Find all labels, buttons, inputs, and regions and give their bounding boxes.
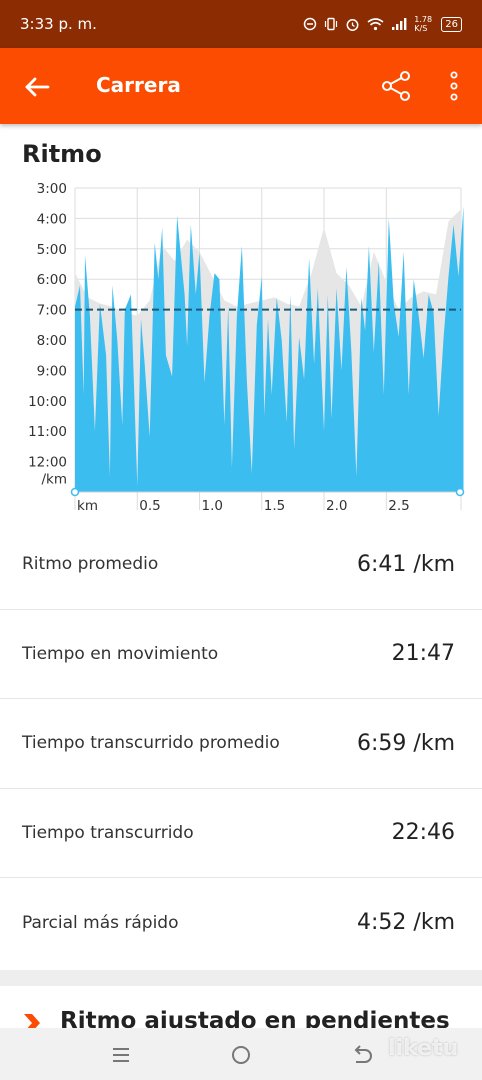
status-time: 3:33 p. m. — [20, 15, 97, 33]
stat-label: Tiempo transcurrido promedio — [22, 733, 280, 754]
signal-icon — [392, 18, 407, 30]
more-vert-icon[interactable] — [440, 68, 468, 104]
x-tick-label: 0.5 — [139, 498, 160, 514]
stat-label: Tiempo transcurrido — [22, 822, 194, 843]
x-axis-labels: km 0.5 1.0 1.5 2.0 2.5 — [77, 498, 410, 514]
y-tick-label: 7:00 — [37, 303, 67, 319]
network-speed: 1.78 K/S — [414, 15, 433, 33]
stat-label: Ritmo promedio — [22, 554, 159, 575]
stat-row-elapsed-time: Tiempo transcurrido 22:46 — [0, 789, 482, 878]
stat-row-average-pace: Ritmo promedio 6:41 /km — [0, 520, 482, 610]
x-tick-label: 2.5 — [388, 498, 409, 514]
menu-icon[interactable] — [108, 1042, 134, 1068]
alarm-icon — [346, 18, 359, 31]
watermark-logo: liketu — [388, 1036, 459, 1061]
home-icon[interactable] — [228, 1042, 254, 1068]
app-bar: Carrera — [0, 48, 482, 124]
battery-indicator: 26 — [441, 16, 462, 32]
x-tick-label: km — [77, 498, 98, 514]
pace-chart: 3:00 4:00 5:00 6:00 7:00 8:00 9:00 10:00 11:00 12… — [28, 181, 465, 514]
section-divider — [0, 970, 482, 986]
do-not-disturb-icon — [304, 17, 317, 31]
y-tick-label: 10:00 — [28, 394, 67, 410]
stat-value: 22:46 — [391, 820, 455, 846]
stats-list: Ritmo promedio 6:41 /km Tiempo en movimi… — [0, 520, 482, 968]
y-tick-label: 6:00 — [37, 272, 67, 288]
y-tick-label: 11:00 — [28, 424, 67, 440]
wifi-icon — [367, 18, 384, 31]
chart-start-handle[interactable] — [70, 487, 80, 497]
section-title: Ritmo — [22, 140, 102, 168]
status-bar: 3:33 p. m. 1.78 K/S 26 — [0, 0, 482, 48]
y-tick-label: 5:00 — [37, 242, 67, 258]
y-tick-label: 3:00 — [37, 181, 67, 197]
stat-value: 6:41 /km — [357, 551, 455, 577]
y-tick-label: 9:00 — [37, 363, 67, 379]
x-tick-label: 2.0 — [326, 498, 347, 514]
back-icon[interactable] — [348, 1042, 374, 1068]
x-tick-label: 1.0 — [202, 498, 223, 514]
chart-end-handle[interactable] — [455, 487, 465, 497]
app-title: Carrera — [96, 73, 181, 97]
y-tick-label: 4:00 — [37, 211, 67, 227]
vibrate-icon — [325, 17, 338, 31]
stat-value: 6:59 /km — [357, 730, 455, 756]
back-arrow-icon[interactable] — [22, 72, 52, 102]
y-tick-label: 8:00 — [37, 333, 67, 349]
x-tick-label: 1.5 — [264, 498, 285, 514]
stat-value: 21:47 — [391, 641, 455, 667]
y-axis-labels: 3:00 4:00 5:00 6:00 7:00 8:00 9:00 10:00 11:00 12… — [28, 181, 67, 471]
stat-row-average-elapsed-pace: Tiempo transcurrido promedio 6:59 /km — [0, 699, 482, 789]
share-icon[interactable] — [378, 68, 414, 104]
stat-label: Parcial más rápido — [22, 912, 179, 933]
stat-row-fastest-split: Parcial más rápido 4:52 /km — [0, 878, 482, 968]
y-tick-label: 12:00 — [28, 455, 67, 471]
status-icons: 1.78 K/S 26 — [303, 15, 462, 33]
stat-value: 4:52 /km — [357, 910, 455, 936]
stat-row-moving-time: Tiempo en movimiento 21:47 — [0, 610, 482, 699]
y-axis-unit: /km — [41, 472, 67, 488]
stat-label: Tiempo en movimiento — [22, 643, 219, 664]
